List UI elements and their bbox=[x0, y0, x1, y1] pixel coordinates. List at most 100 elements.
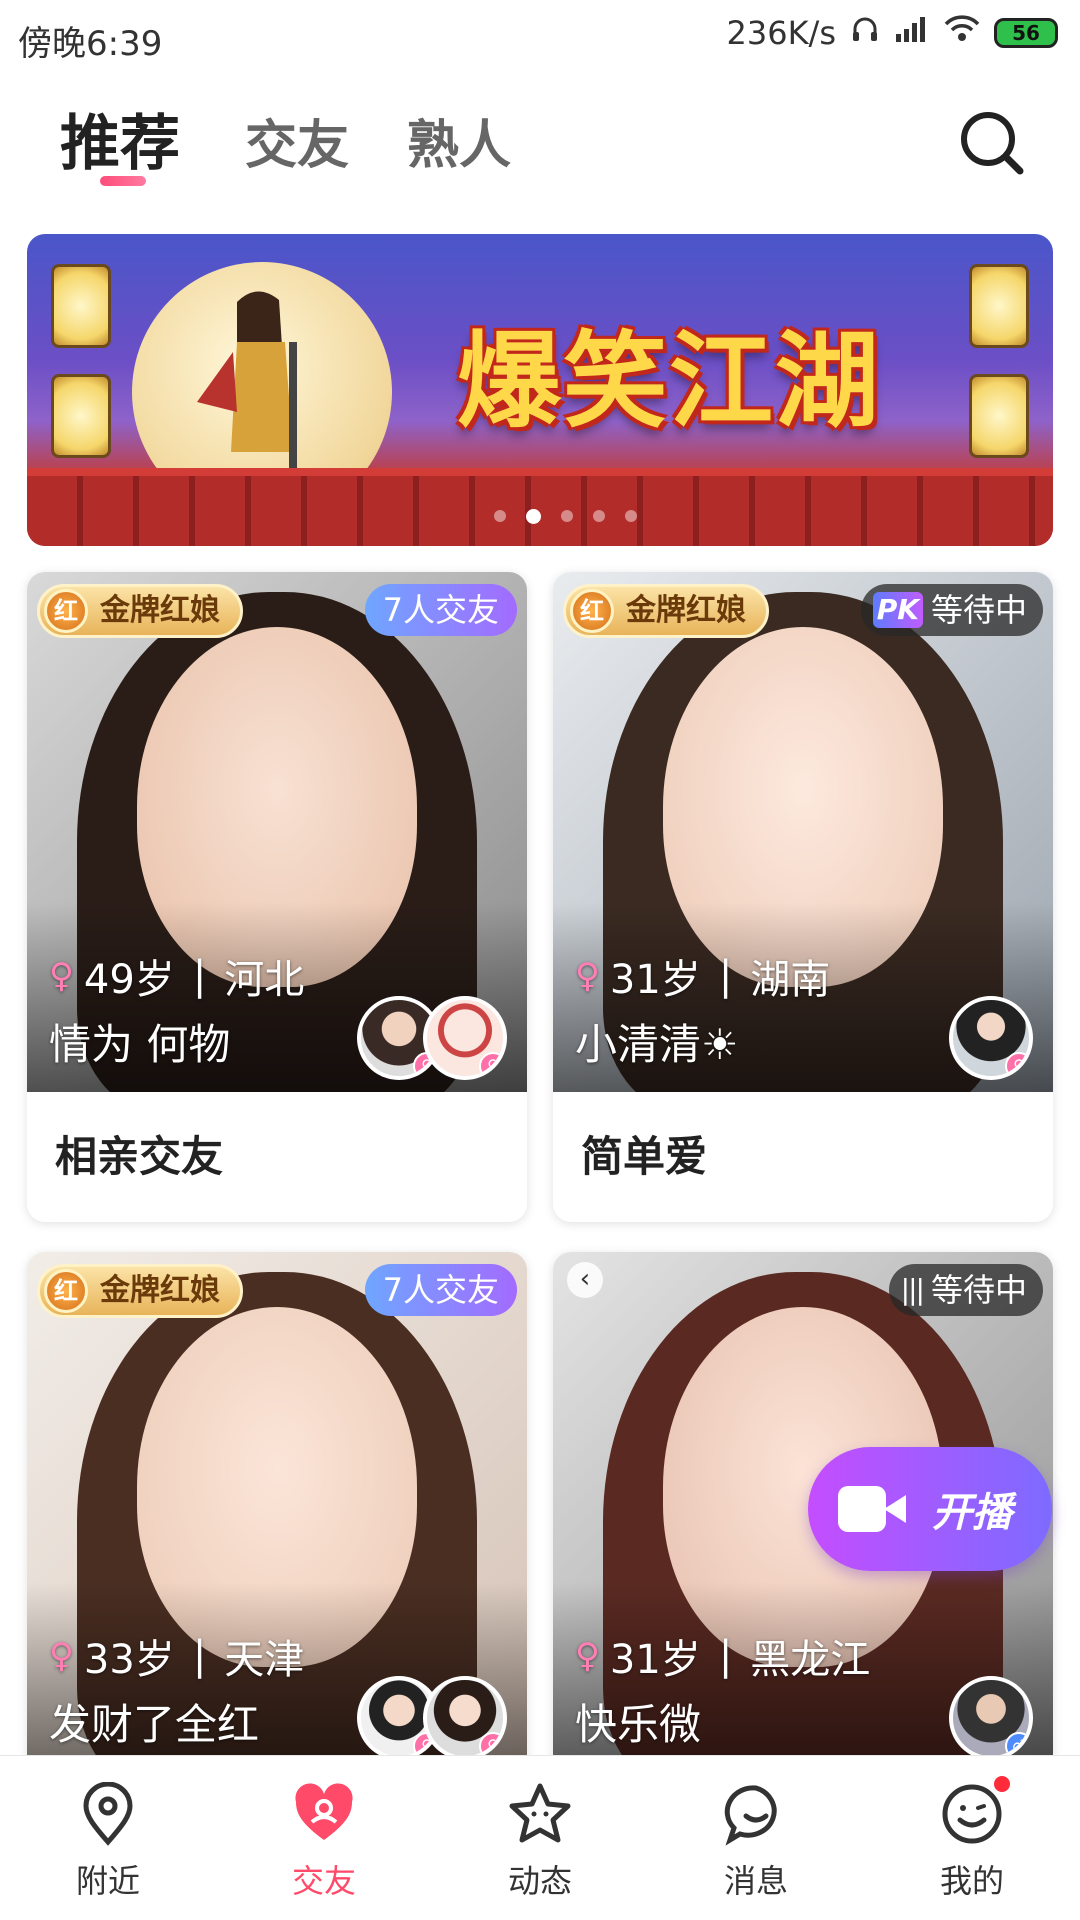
avatar[interactable]: ♀ bbox=[949, 996, 1033, 1080]
nav-messages[interactable]: 消息 bbox=[686, 1782, 826, 1902]
tab-acquaintances[interactable]: 熟人 bbox=[407, 103, 511, 178]
carousel-dots bbox=[494, 509, 637, 524]
divider: | bbox=[718, 953, 733, 999]
notification-dot bbox=[992, 1774, 1012, 1794]
guest-avatars: ♂ bbox=[949, 1676, 1033, 1760]
room-size-tag: 7人交友 bbox=[364, 584, 517, 636]
divider: | bbox=[192, 953, 207, 999]
badge-label: 金牌红娘 bbox=[626, 593, 746, 628]
promo-banner[interactable]: 爆笑江湖 bbox=[27, 234, 1053, 546]
lantern-decoration bbox=[51, 264, 111, 348]
battery-icon: 56 bbox=[994, 18, 1058, 48]
network-speed: 236K/s bbox=[726, 14, 836, 52]
star-face-icon bbox=[509, 1783, 571, 1843]
host-region: 湖南 bbox=[750, 957, 831, 1003]
host-info: ♀ 33岁 | 天津 发财了全红 bbox=[49, 1627, 304, 1752]
host-nickname: 快乐微 bbox=[575, 1700, 702, 1749]
carousel-dot[interactable] bbox=[593, 510, 605, 522]
carousel-dot-active[interactable] bbox=[526, 509, 541, 524]
video-camera-icon bbox=[838, 1486, 908, 1532]
host-nickname: 小清清☀ bbox=[575, 1020, 739, 1069]
location-pin-icon bbox=[83, 1781, 133, 1846]
swordsman-illustration bbox=[197, 291, 297, 482]
badge-label: 金牌红娘 bbox=[100, 1273, 220, 1308]
start-live-label: 开播 bbox=[932, 1490, 1012, 1536]
nav-label: 我的 bbox=[939, 1862, 1004, 1900]
carousel-dot[interactable] bbox=[625, 510, 637, 522]
avatar[interactable]: ♂ bbox=[949, 1676, 1033, 1760]
divider: | bbox=[192, 1633, 207, 1679]
tab-recommend[interactable]: 推荐 bbox=[60, 95, 180, 182]
room-photo: 红金牌红娘 7人交友 ♀ 33岁 | 天津 发财了全红 ♀ ♀ bbox=[27, 1252, 527, 1772]
female-icon: ♀ bbox=[49, 956, 74, 996]
divider: | bbox=[718, 1633, 733, 1679]
room-photo: 红金牌红娘 7人交友 ♀ 49岁 | 河北 情为 何物 ♀ ♀ bbox=[27, 572, 527, 1092]
status-bar: 傍晚6:39 236K/s 56 bbox=[0, 0, 1080, 75]
female-icon: ♀ bbox=[1005, 1052, 1029, 1076]
search-icon[interactable] bbox=[954, 105, 1030, 181]
female-icon: ♀ bbox=[479, 1052, 503, 1076]
medal-icon: 红 bbox=[44, 1269, 88, 1313]
heart-icon bbox=[295, 1783, 353, 1840]
female-icon: ♀ bbox=[49, 1636, 74, 1676]
active-tab-indicator bbox=[100, 176, 146, 186]
avatar[interactable]: ♀ bbox=[423, 996, 507, 1080]
bottom-nav: 附近 交友 动态 消息 我的 bbox=[0, 1755, 1080, 1920]
room-photo: 红金牌红娘 PK 等待中 ♀ 31岁 | 湖南 小清清☀ ♀ bbox=[553, 572, 1053, 1092]
waiting-tag: PK 等待中 bbox=[860, 584, 1043, 636]
carousel-dot[interactable] bbox=[561, 510, 573, 522]
gold-matchmaker-badge: 红金牌红娘 bbox=[37, 1264, 243, 1318]
nav-friends[interactable]: 交友 bbox=[254, 1782, 394, 1902]
chat-bubble-icon bbox=[724, 1785, 777, 1846]
tab-friends[interactable]: 交友 bbox=[245, 103, 349, 178]
host-info: ♀ 31岁 | 湖南 小清清☀ bbox=[575, 947, 830, 1072]
lantern-decoration bbox=[969, 374, 1029, 458]
room-title: 简单爱 bbox=[581, 1132, 708, 1181]
nav-moments[interactable]: 动态 bbox=[470, 1782, 610, 1902]
nav-nearby[interactable]: 附近 bbox=[38, 1781, 178, 1902]
medal-icon: 红 bbox=[44, 589, 88, 633]
room-card[interactable]: 红金牌红娘 7人交友 ♀ 33岁 | 天津 发财了全红 ♀ ♀ bbox=[27, 1252, 527, 1772]
roof-decoration bbox=[27, 468, 1053, 546]
host-region: 天津 bbox=[224, 1637, 305, 1683]
room-card[interactable]: 红金牌红娘 7人交友 ♀ 49岁 | 河北 情为 何物 ♀ ♀ 相亲交友 bbox=[27, 572, 527, 1222]
nav-label: 交友 bbox=[291, 1862, 356, 1900]
guest-avatars: ♀ ♀ bbox=[357, 996, 507, 1080]
waiting-label: 等待中 bbox=[930, 591, 1027, 629]
waiting-label: 等待中 bbox=[930, 1271, 1027, 1309]
nav-profile[interactable]: 我的 bbox=[902, 1774, 1042, 1902]
chevron-left-icon[interactable]: ‹ bbox=[567, 1262, 603, 1298]
guest-avatars: ♀ ♀ bbox=[357, 1676, 507, 1760]
room-card[interactable]: 红金牌红娘 PK 等待中 ♀ 31岁 | 湖南 小清清☀ ♀ 简单爱 bbox=[553, 572, 1053, 1222]
status-indicators: 236K/s 56 bbox=[726, 14, 1058, 52]
start-live-button[interactable]: 开播 bbox=[808, 1447, 1052, 1571]
badge-label: 金牌红娘 bbox=[100, 593, 220, 628]
status-time: 傍晚6:39 bbox=[18, 24, 163, 64]
host-age: 31岁 bbox=[609, 1637, 701, 1683]
host-region: 河北 bbox=[224, 957, 305, 1003]
pk-icon: PK bbox=[872, 592, 923, 628]
host-nickname: 情为 何物 bbox=[49, 1020, 231, 1069]
smiley-face-icon bbox=[942, 1784, 1002, 1844]
waiting-tag: ||| 等待中 bbox=[888, 1264, 1043, 1316]
host-age: 31岁 bbox=[609, 957, 701, 1003]
lantern-decoration bbox=[969, 264, 1029, 348]
wifi-icon bbox=[944, 14, 980, 52]
host-region: 黑龙江 bbox=[750, 1637, 871, 1683]
headphone-icon bbox=[850, 14, 880, 52]
female-icon: ♀ bbox=[575, 1636, 600, 1676]
guest-avatars: ♀ bbox=[949, 996, 1033, 1080]
top-tab-bar: 推荐 交友 熟人 bbox=[0, 95, 1080, 205]
banner-title: 爆笑江湖 bbox=[457, 320, 882, 442]
lantern-decoration bbox=[51, 374, 111, 458]
host-info: ♀ 49岁 | 河北 情为 何物 bbox=[49, 947, 304, 1072]
medal-icon: 红 bbox=[570, 589, 614, 633]
carousel-dot[interactable] bbox=[494, 510, 506, 522]
host-age: 33岁 bbox=[83, 1637, 175, 1683]
room-size-tag: 7人交友 bbox=[364, 1264, 517, 1316]
nav-label: 动态 bbox=[507, 1862, 572, 1900]
host-nickname: 发财了全红 bbox=[49, 1700, 260, 1749]
avatar[interactable]: ♀ bbox=[423, 1676, 507, 1760]
audio-bars-icon: ||| bbox=[900, 1273, 925, 1306]
host-info: ♀ 31岁 | 黑龙江 快乐微 bbox=[575, 1627, 870, 1752]
